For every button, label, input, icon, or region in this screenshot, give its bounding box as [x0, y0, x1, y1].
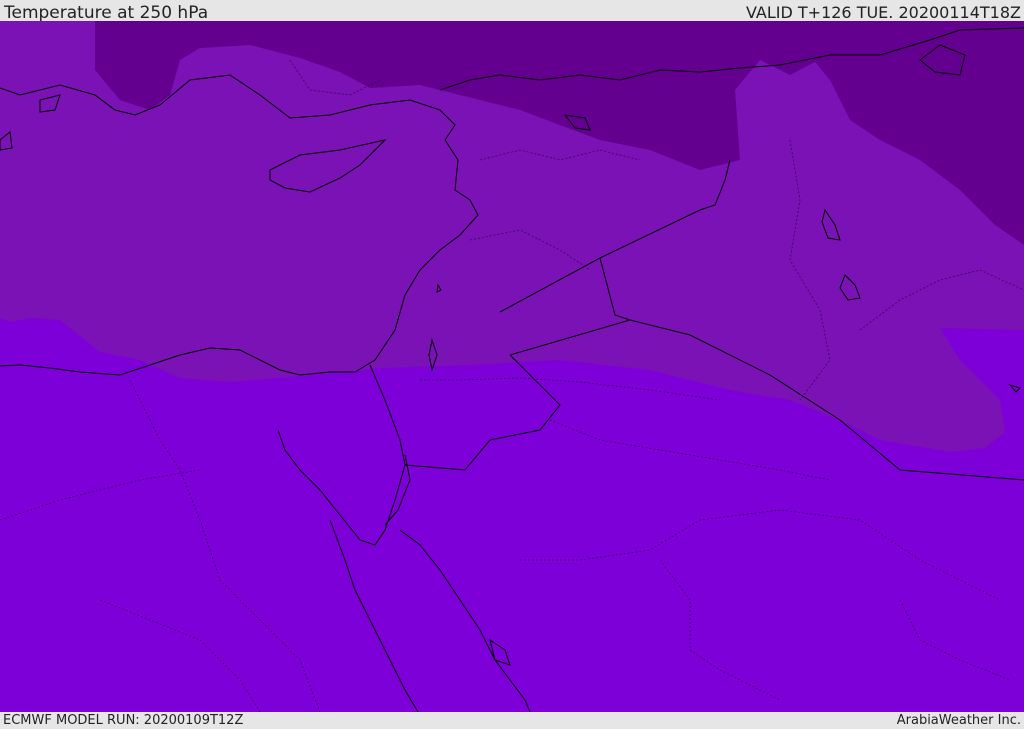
temperature-map	[0, 21, 1024, 712]
model-run-label: ECMWF MODEL RUN: 20200109T12Z	[3, 713, 244, 728]
credit-label: ArabiaWeather Inc.	[896, 713, 1021, 728]
footer-bar: ECMWF MODEL RUN: 20200109T12Z ArabiaWeat…	[0, 712, 1024, 729]
header-bar: Temperature at 250 hPa VALID T+126 TUE. …	[0, 0, 1024, 23]
valid-time-label: VALID T+126 TUE. 20200114T18Z	[745, 3, 1021, 22]
map-title: Temperature at 250 hPa	[4, 3, 209, 23]
